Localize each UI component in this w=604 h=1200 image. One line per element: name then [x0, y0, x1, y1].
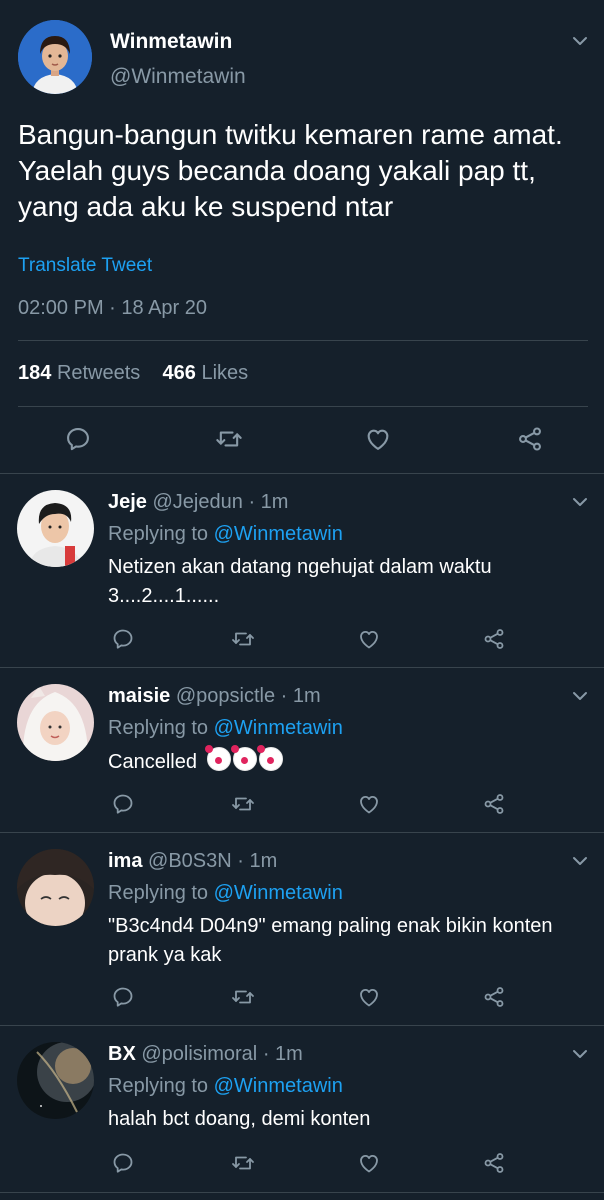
like-icon[interactable]: [357, 792, 381, 816]
replying-to-label: Replying to: [108, 1075, 209, 1097]
display-name[interactable]: maisie: [108, 685, 170, 707]
replying-to-label: Replying to: [108, 882, 209, 904]
replying-to: Replying to @Winmetawin: [108, 717, 343, 740]
reply-icon[interactable]: [111, 985, 135, 1009]
reply-header: BX @polisimoral · 1m: [108, 1043, 303, 1066]
relative-time: · 1m: [262, 1043, 303, 1065]
reply-header: ima @B0S3N · 1m: [108, 850, 277, 873]
replying-to: Replying to @Winmetawin: [108, 523, 343, 546]
retweets-count: 184: [18, 362, 52, 384]
divider: [18, 406, 588, 407]
chevron-down-icon[interactable]: [568, 849, 592, 873]
reply-tweet[interactable]: ima @B0S3N · 1m Replying to @Winmetawin …: [0, 833, 604, 1025]
retweets-stat[interactable]: 184 Retweets: [18, 362, 140, 384]
display-name[interactable]: BX: [108, 1043, 136, 1065]
replying-to: Replying to @Winmetawin: [108, 1075, 343, 1098]
reply-tweet[interactable]: Jeje @Jejedun · 1m Replying to @Winmetaw…: [0, 474, 604, 667]
display-name[interactable]: Jeje: [108, 491, 147, 513]
reply-text: "B3c4nd4 D04n9" emang paling enak bikin …: [108, 915, 553, 966]
reply-text: Cancelled: [108, 751, 197, 773]
share-icon[interactable]: [482, 1151, 506, 1175]
chevron-down-icon[interactable]: [568, 1042, 592, 1066]
replying-to-link[interactable]: @Winmetawin: [214, 882, 343, 904]
reply-icon[interactable]: [111, 627, 135, 651]
replying-to-link[interactable]: @Winmetawin: [214, 523, 343, 545]
display-name[interactable]: Winmetawin: [110, 30, 232, 54]
like-icon[interactable]: [357, 985, 381, 1009]
chevron-down-icon[interactable]: [568, 490, 592, 514]
avatar[interactable]: [17, 490, 94, 567]
replying-to-label: Replying to: [108, 717, 209, 739]
timestamp: 02:00 PM · 18 Apr 20: [18, 297, 208, 319]
handle[interactable]: @Jejedun: [153, 491, 243, 513]
reply-text: Netizen akan datang ngehujat dalam waktu…: [108, 556, 492, 607]
replying-to-label: Replying to: [108, 523, 209, 545]
engagement-stats: 184 Retweets 466 Likes: [18, 362, 248, 385]
translate-tweet-link[interactable]: Translate Tweet: [18, 255, 152, 277]
reply-text: halah bct doang, demi konten: [108, 1108, 371, 1130]
retweet-icon[interactable]: [231, 792, 255, 816]
relative-time: · 1m: [237, 850, 278, 872]
relative-time: · 1m: [280, 685, 321, 707]
display-name[interactable]: ima: [108, 850, 142, 872]
handle[interactable]: @popsictle: [176, 685, 275, 707]
reply-tweet[interactable]: BX @polisimoral · 1m Replying to @Winmet…: [0, 1026, 604, 1192]
likes-label: Likes: [201, 362, 249, 384]
likes-stat[interactable]: 466 Likes: [163, 362, 249, 384]
share-icon[interactable]: [482, 985, 506, 1009]
retweets-label: Retweets: [56, 362, 141, 384]
like-icon[interactable]: [364, 425, 392, 453]
chevron-down-icon[interactable]: [568, 29, 592, 53]
handle[interactable]: @polisimoral: [141, 1043, 257, 1065]
replying-to-link[interactable]: @Winmetawin: [214, 717, 343, 739]
avatar[interactable]: [18, 20, 92, 94]
retweet-icon[interactable]: [215, 425, 243, 453]
likes-count: 466: [162, 362, 196, 384]
reply-header: maisie @popsictle · 1m: [108, 685, 321, 708]
divider: [0, 1192, 604, 1193]
reply-icon[interactable]: [111, 1151, 135, 1175]
share-icon[interactable]: [516, 425, 544, 453]
tweet-text: Bangun-bangun twitku kemaren rame amat. …: [18, 119, 563, 222]
share-icon[interactable]: [482, 627, 506, 651]
retweet-icon[interactable]: [231, 627, 255, 651]
retweet-icon[interactable]: [231, 1151, 255, 1175]
divider: [18, 340, 588, 341]
clown-face-emoji: [204, 745, 285, 773]
reply-icon[interactable]: [64, 425, 92, 453]
reply-tweet[interactable]: maisie @popsictle · 1m Replying to @Winm…: [0, 668, 604, 832]
reply-icon[interactable]: [111, 792, 135, 816]
avatar[interactable]: [17, 1042, 94, 1119]
reply-header: Jeje @Jejedun · 1m: [108, 491, 288, 514]
handle[interactable]: @Winmetawin: [110, 65, 246, 89]
reply-text-line: Cancelled: [108, 745, 588, 777]
avatar[interactable]: [17, 849, 94, 926]
replying-to: Replying to @Winmetawin: [108, 882, 343, 905]
like-icon[interactable]: [357, 1151, 381, 1175]
replying-to-link[interactable]: @Winmetawin: [214, 1075, 343, 1097]
chevron-down-icon[interactable]: [568, 684, 592, 708]
avatar[interactable]: [17, 684, 94, 761]
like-icon[interactable]: [357, 627, 381, 651]
share-icon[interactable]: [482, 792, 506, 816]
retweet-icon[interactable]: [231, 985, 255, 1009]
handle[interactable]: @B0S3N: [148, 850, 232, 872]
relative-time: · 1m: [248, 491, 289, 513]
